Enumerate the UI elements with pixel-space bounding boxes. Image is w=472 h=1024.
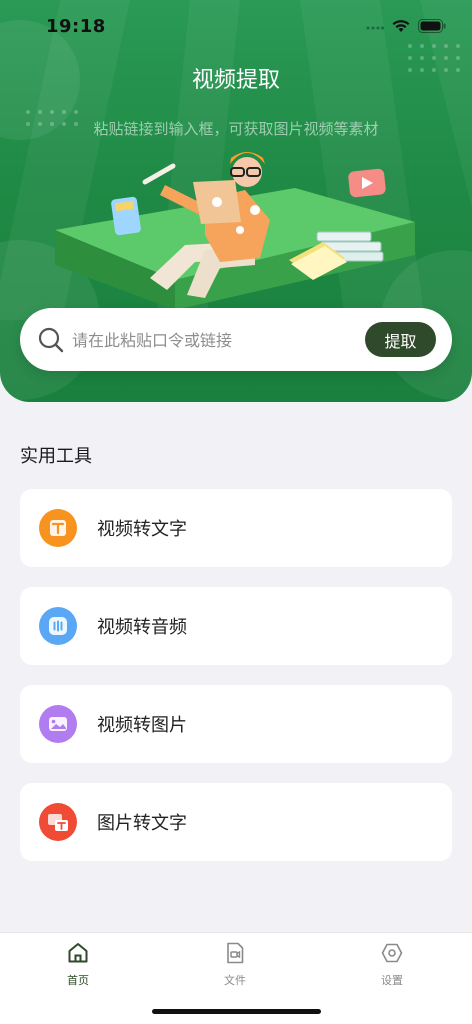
page-subtitle: 粘贴链接到输入框，可获取图片视频等素材 [93, 120, 379, 138]
search-icon [37, 326, 65, 354]
tool-video-to-image[interactable]: 视频转图片 [20, 685, 452, 763]
section-title-tools: 实用工具 [20, 446, 92, 467]
status-time: 19:18 [46, 16, 106, 37]
tool-label: 视频转图片 [97, 715, 187, 736]
tool-label: 图片转文字 [97, 813, 187, 834]
home-indicator [152, 1009, 321, 1014]
search-bar: 提取 [20, 308, 452, 371]
tool-label: 视频转音频 [97, 617, 187, 638]
image-icon [39, 705, 77, 743]
tab-label: 文件 [224, 974, 246, 987]
audio-icon [39, 607, 77, 645]
signal-icon [366, 18, 384, 37]
page-title: 视频提取 [191, 68, 280, 93]
status-bar: 19:18 [0, 0, 472, 54]
tab-label: 首页 [67, 974, 89, 987]
tool-image-to-text[interactable]: 图片转文字 [20, 783, 452, 861]
tool-video-to-audio[interactable]: 视频转音频 [20, 587, 452, 665]
tab-files[interactable]: 文件 [195, 941, 275, 993]
tab-settings[interactable]: 设置 [352, 941, 432, 993]
tool-video-to-text[interactable]: 视频转文字 [20, 489, 452, 567]
home-icon [66, 941, 90, 965]
extract-button[interactable]: 提取 [365, 322, 436, 357]
file-icon [223, 941, 247, 965]
text-icon [39, 509, 77, 547]
status-icons [366, 18, 446, 37]
tab-home[interactable]: 首页 [38, 941, 118, 993]
image-to-text-icon [39, 803, 77, 841]
battery-icon [418, 18, 446, 37]
wifi-icon [392, 18, 410, 37]
search-input[interactable] [72, 321, 362, 359]
tool-label: 视频转文字 [97, 519, 187, 540]
hero-illustration [55, 152, 415, 310]
settings-icon [380, 941, 404, 965]
tab-label: 设置 [381, 974, 403, 987]
